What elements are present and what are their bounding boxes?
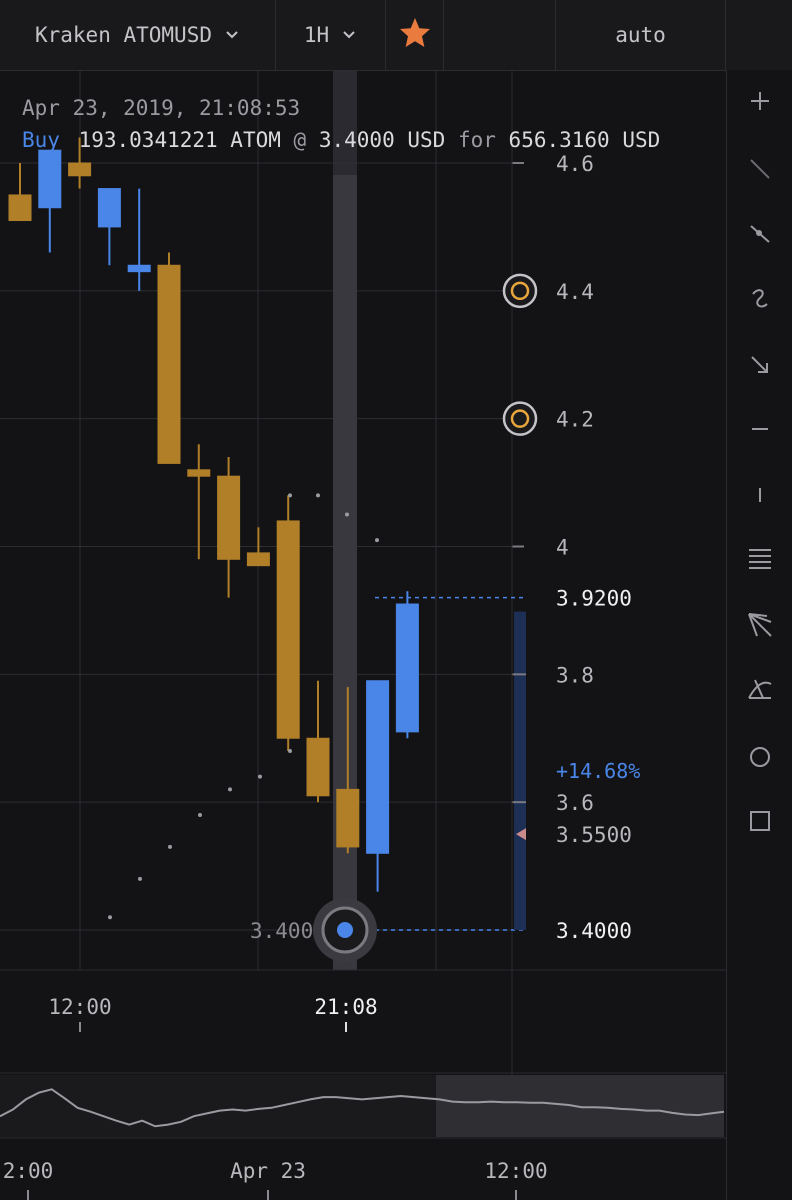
alert-marker[interactable] [502,401,538,436]
rectangle-tool-icon[interactable] [745,806,775,836]
indicator-dot [375,538,379,543]
candle-bear[interactable] [336,788,360,848]
indicator-dot [345,512,349,517]
indicator-dot [228,787,232,792]
chevron-down-icon [341,29,357,41]
drawing-toolbar [726,70,792,1200]
plus-icon[interactable] [745,86,775,116]
price-axis-label: 4.4 [556,280,594,304]
candle-bear[interactable] [306,737,330,797]
indicator-dot [168,844,172,849]
indicator-dot [316,493,320,498]
candle-bear[interactable] [68,162,92,177]
price-scale-mode[interactable]: auto [556,0,726,70]
price-label: 3.4000 [556,919,632,943]
trade-total: 656.3160 USD [508,128,661,152]
trade-marker-label: 3.400 [250,919,313,943]
market-selector[interactable]: Kraken ATOMUSD [0,0,276,70]
candle-bull[interactable] [38,149,62,209]
trade-amount: 193.0341221 ATOM [78,128,281,152]
price-label: 3.9200 [556,587,632,611]
price-range-bar [514,611,526,930]
candle-bull[interactable] [395,603,419,733]
alert-marker[interactable] [502,273,538,309]
favorite-button[interactable] [386,0,444,70]
navigator-axis-label: 2:00 [3,1159,54,1183]
circle-tool-icon[interactable] [745,742,775,772]
arrow-tool-icon[interactable] [745,350,775,380]
fan-tool-icon[interactable] [745,610,775,640]
candle-bear[interactable] [276,520,300,739]
change-percent-label: +14.68% [556,759,640,783]
price-axis-label: 4.2 [556,408,594,432]
trade-price: 3.4000 USD [318,128,446,152]
indicator-dot [108,915,112,920]
trade-details: Buy 193.0341221 ATOM @ 3.4000 USD for 65… [22,128,660,152]
crosshair-highlight [333,175,357,970]
line-tool-icon[interactable] [745,154,775,184]
indicator-dot [198,812,202,817]
topbar-corner [726,0,792,70]
candle-bull[interactable] [127,264,151,273]
ray-tool-icon[interactable] [745,220,775,250]
price-axis-label: 3.6 [556,791,594,815]
fib-fan-icon[interactable] [745,674,775,704]
x-axis-label-active: 21:08 [314,995,377,1019]
candle-bull[interactable] [366,680,390,854]
parallel-lines-icon[interactable] [745,544,775,574]
indicator-dot [258,774,262,779]
candle-bear[interactable] [8,194,32,222]
top-bar: Kraken ATOMUSD 1H auto [0,0,792,71]
price-label: 3.5500 [556,823,632,847]
curve-tool-icon[interactable] [745,284,775,314]
price-axis-label: 3.8 [556,663,594,687]
candle-bull[interactable] [97,188,121,228]
candle-bear[interactable] [217,475,241,560]
trade-side: Buy [22,128,60,152]
interval-selector[interactable]: 1H [276,0,386,70]
scale-mode-label: auto [615,23,666,47]
price-axis-label: 4 [556,536,569,560]
trade-marker-dot [337,922,353,938]
toolbar-spacer [444,0,556,70]
indicator-dot [288,493,292,498]
horizontal-line-icon[interactable] [745,414,775,444]
trade-date: Apr 23, 2019, 21:08:53 [22,96,301,120]
price-chart[interactable]: 4.6 4.4 4.2 4 3.8 3.6 3.400 3.9200 3.5500 3.4000 +… [0,70,726,1200]
candle-bear[interactable] [187,469,211,477]
vertical-line-icon[interactable] [745,480,775,510]
indicator-dot [138,876,142,881]
navigator-axis-label: Apr 23 [230,1159,306,1183]
candle-bear[interactable] [246,552,270,567]
star-icon [398,16,432,55]
interval-label: 1H [303,23,330,47]
navigator-axis-label: 12:00 [484,1159,547,1183]
candle-bear[interactable] [157,264,181,464]
chevron-down-icon [224,29,240,41]
trade-for-word: for [457,128,496,152]
trade-at-symbol: @ [293,128,307,152]
price-axis-label: 4.6 [556,152,594,176]
x-axis-label: 12:00 [48,995,111,1019]
market-label: Kraken ATOMUSD [34,23,212,47]
indicator-dot [288,749,292,754]
